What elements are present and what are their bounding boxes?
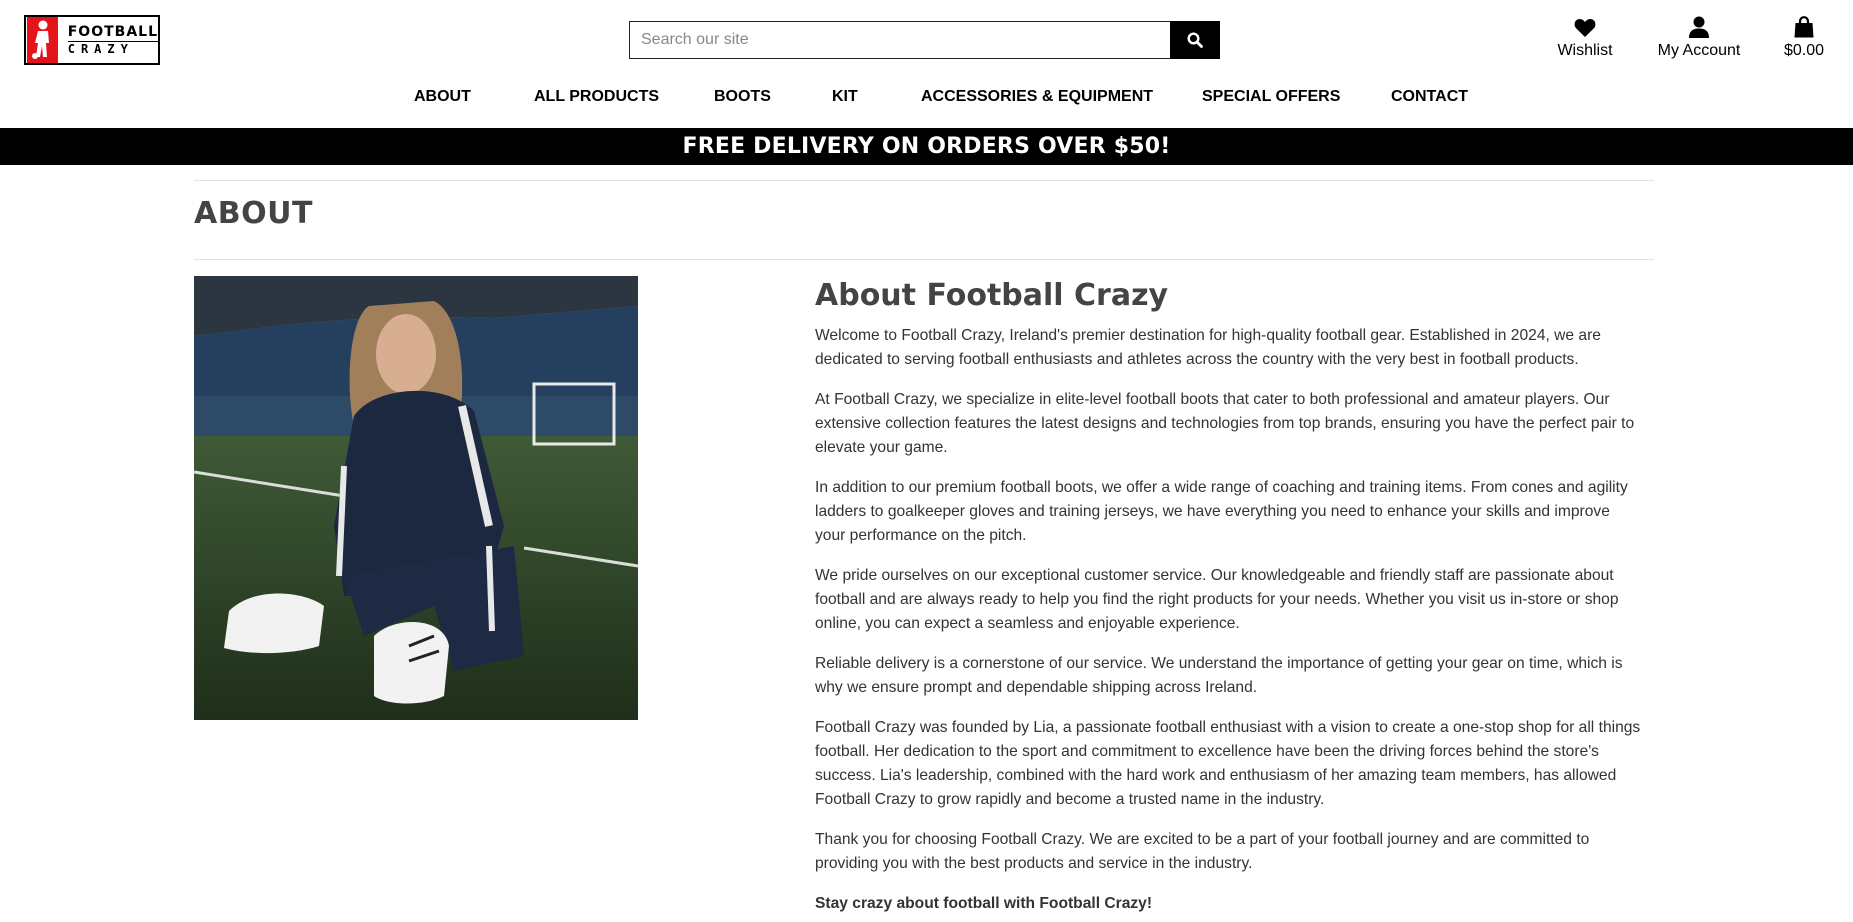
wishlist-label: Wishlist [1557,42,1613,59]
search-bar [629,21,1220,59]
search-icon [1187,32,1203,48]
about-tagline: Stay crazy about football with Football … [815,895,1153,912]
about-paragraph: Football Crazy was founded by Lia, a pas… [815,719,1641,808]
site-header: FOOTBALL CRAZY Wishlist My Account [0,0,1853,128]
about-paragraph: We pride ourselves on our exceptional cu… [815,567,1619,632]
wishlist-link[interactable]: Wishlist [1556,14,1614,60]
about-paragraph: Welcome to Football Crazy, Ireland's pre… [815,327,1601,368]
shopping-bag-icon [1794,16,1814,38]
nav-contact[interactable]: CONTACT [1391,88,1468,106]
cart-link[interactable]: $0.00 [1782,14,1826,60]
my-account-label: My Account [1657,42,1741,59]
about-photo [194,276,638,720]
divider [194,259,1654,260]
page-title: ABOUT [194,196,313,231]
search-input[interactable] [629,21,1170,59]
nav-accessories-equipment[interactable]: ACCESSORIES & EQUIPMENT [921,88,1153,106]
delivery-banner: FREE DELIVERY ON ORDERS OVER $50! [0,128,1853,165]
about-paragraph: In addition to our premium football boot… [815,479,1628,544]
delivery-banner-text: FREE DELIVERY ON ORDERS OVER $50! [682,134,1171,159]
about-paragraph: At Football Crazy, we specialize in elit… [815,391,1635,456]
nav-boots[interactable]: BOOTS [714,88,771,106]
cart-total: $0.00 [1783,42,1825,59]
divider [194,180,1654,181]
footballer-icon [27,17,58,63]
logo-text-top: FOOTBALL [67,23,158,40]
main-nav: ABOUT ALL PRODUCTS BOOTS KIT ACCESSORIES… [0,88,1853,112]
my-account-link[interactable]: My Account [1656,14,1742,60]
nav-special-offers[interactable]: SPECIAL OFFERS [1202,88,1340,106]
nav-all-products[interactable]: ALL PRODUCTS [534,88,659,106]
user-icon [1689,16,1709,38]
search-button[interactable] [1170,21,1220,59]
logo-text-bottom: CRAZY [67,40,158,57]
about-heading: About Football Crazy [815,278,1169,313]
heart-icon [1574,19,1596,37]
site-logo[interactable]: FOOTBALL CRAZY [24,15,160,65]
nav-about[interactable]: ABOUT [414,88,471,106]
about-paragraph: Reliable delivery is a cornerstone of ou… [815,655,1623,696]
nav-kit[interactable]: KIT [832,88,858,106]
about-content: About Football Crazy Welcome to Football… [815,278,1642,922]
about-paragraph: Thank you for choosing Football Crazy. W… [815,831,1590,872]
